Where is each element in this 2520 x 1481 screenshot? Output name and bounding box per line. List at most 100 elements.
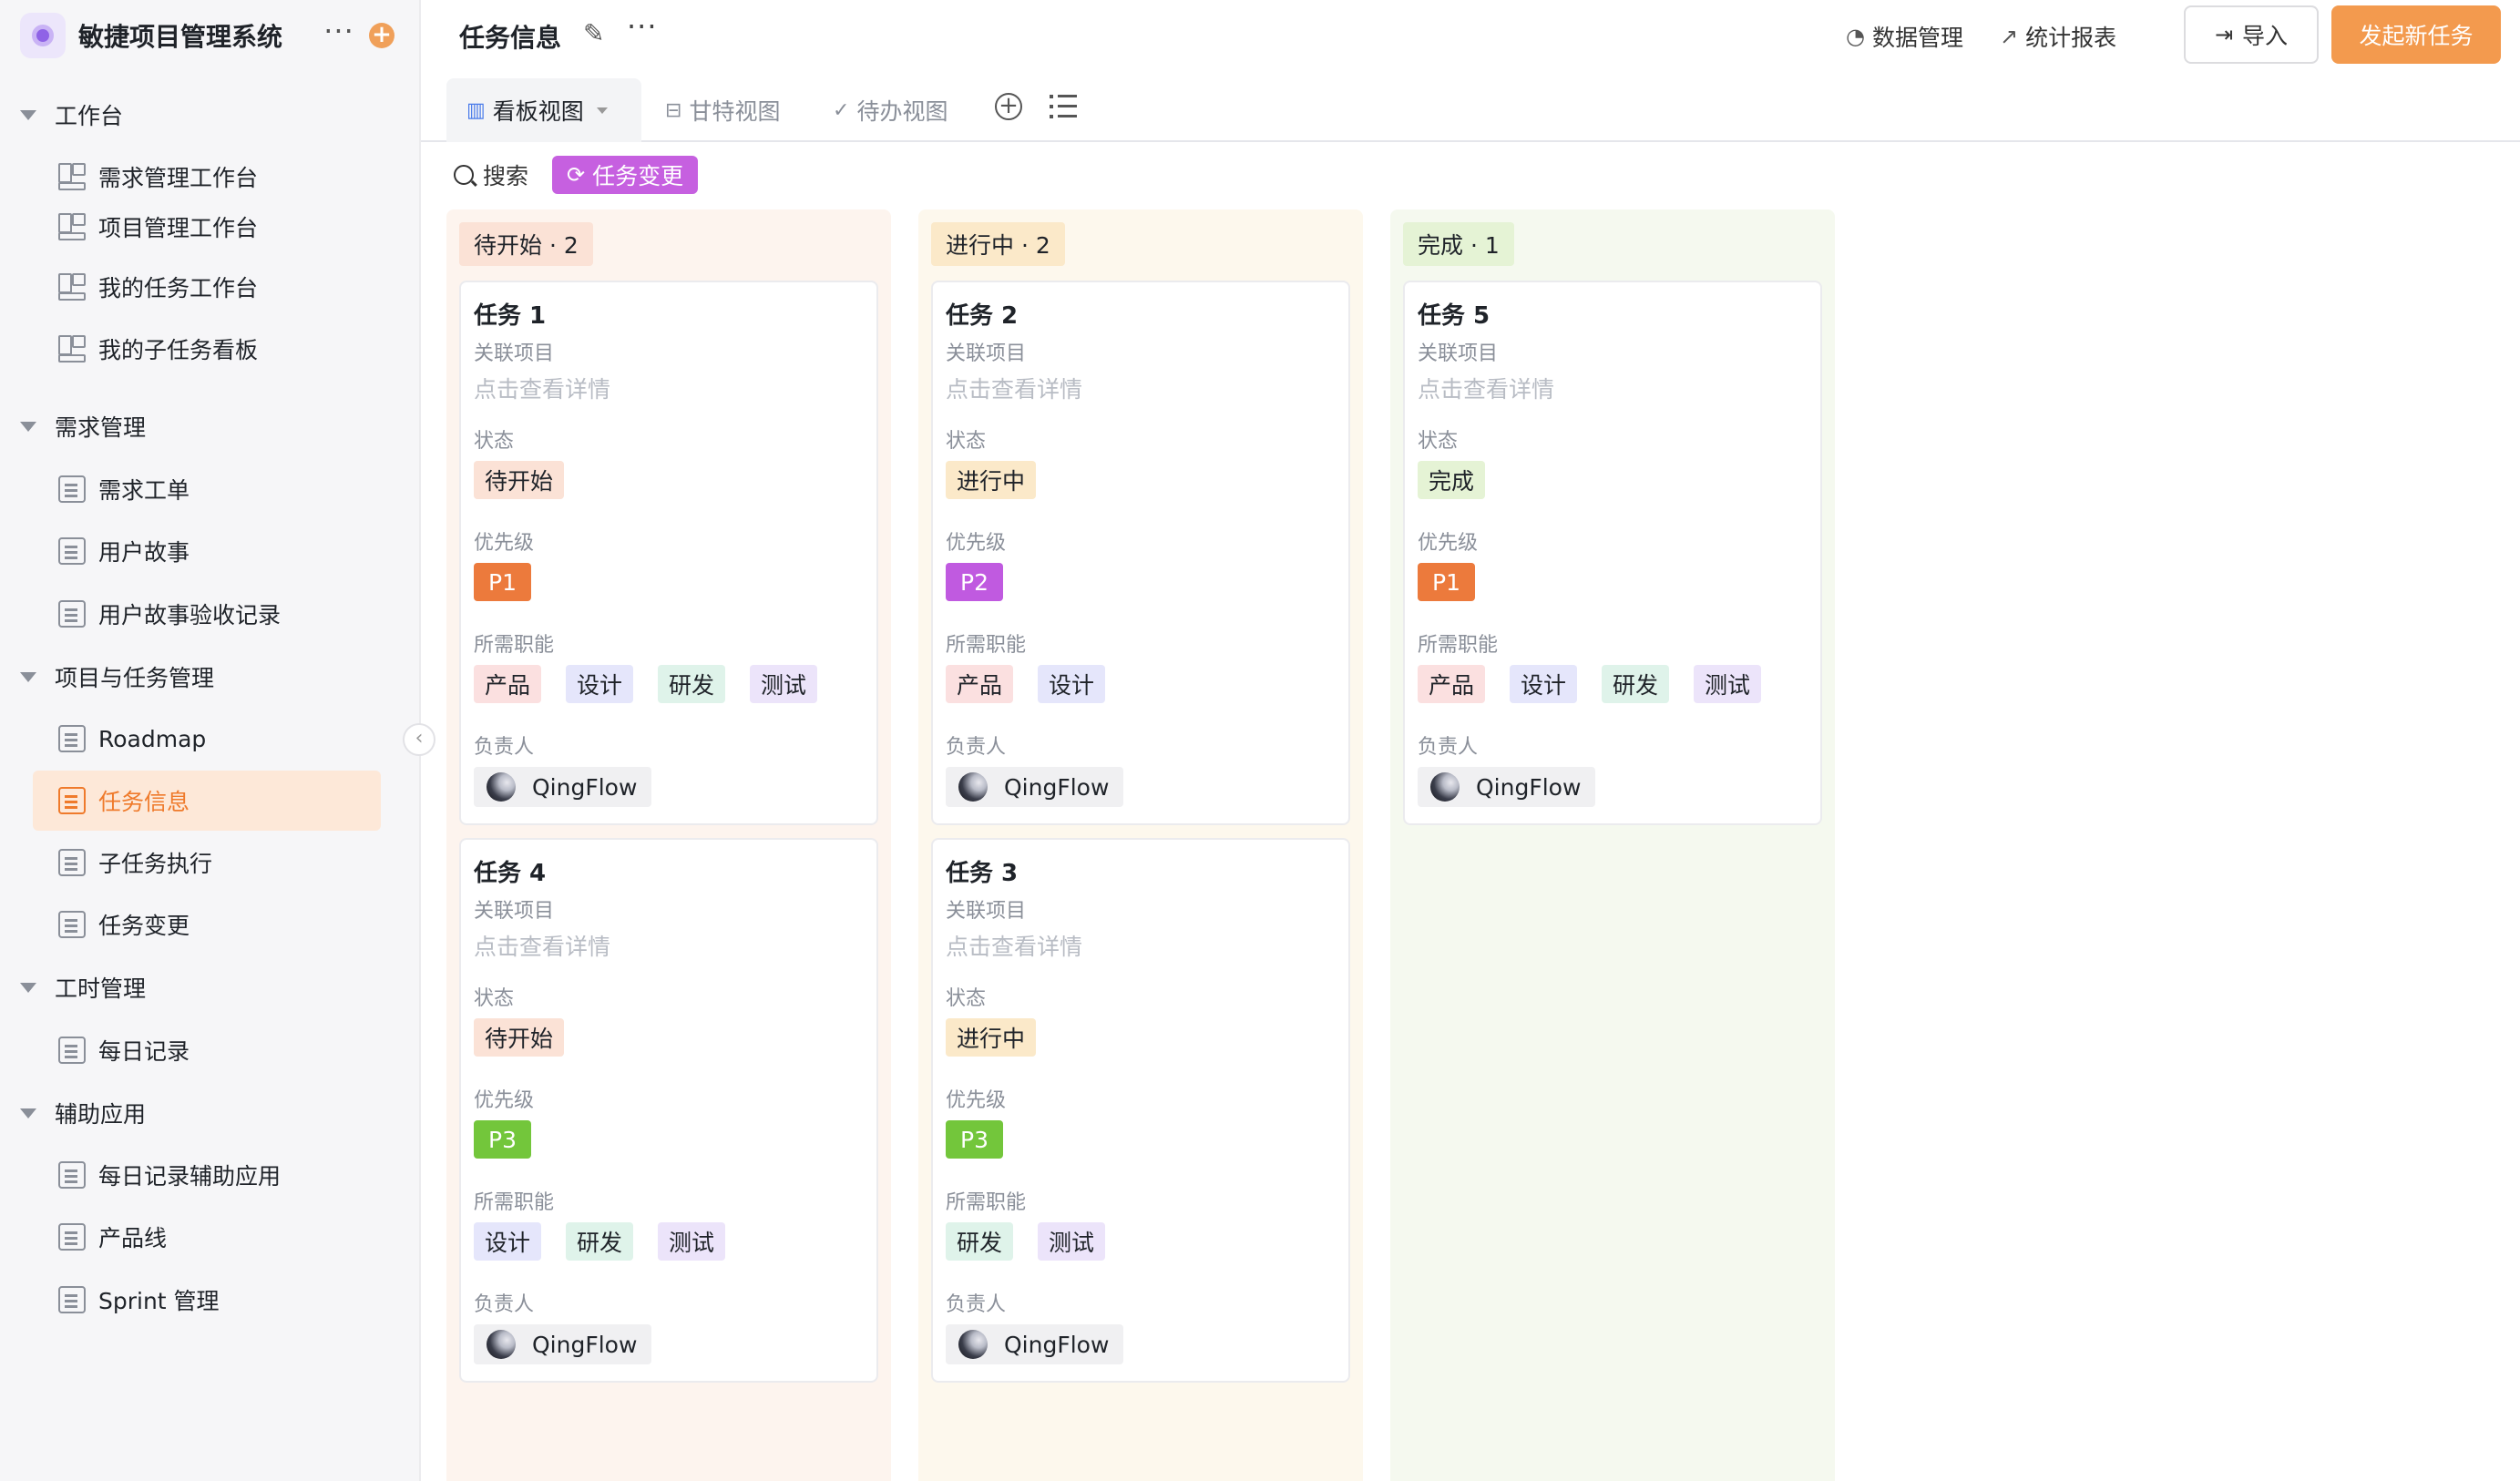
task-card[interactable]: 任务 5 关联项目 点击查看详情 状态 完成 优先级 P1 所需职能 产品 设计 研发 测试 负责人 Qi… xyxy=(1403,281,1822,825)
sidebar-item-daily-record[interactable]: 每日记录 xyxy=(33,1020,381,1080)
project-detail-link[interactable]: 点击查看详情 xyxy=(1418,372,1554,404)
data-management-link[interactable]: ◔ 数据管理 xyxy=(1846,20,1963,53)
search-label: 搜索 xyxy=(483,163,529,189)
main-content: 任务信息 ✎ ··· ◔ 数据管理 ↗ 统计报表 ⇥ 导入 发起新任务 ▥ 看板视图 ⊟… xyxy=(421,0,2520,1481)
app-window: 敏捷项目管理系统 ··· + 工作台 需求管理工作台 项目管理工作台 我的任务工… xyxy=(0,0,2520,1481)
form-icon xyxy=(58,1037,86,1064)
status-badge: 完成 xyxy=(1418,461,1486,499)
more-icon[interactable]: ··· xyxy=(627,9,658,44)
nav-group-label: 项目与任务管理 xyxy=(55,665,215,691)
sidebar-item-label: 项目管理工作台 xyxy=(98,215,259,241)
sidebar-item-my-subtask-board[interactable]: 我的子任务看板 xyxy=(33,319,381,379)
task-card[interactable]: 任务 3 关联项目 点击查看详情 状态 进行中 优先级 P3 所需职能 研发 测试 负责人 QingF… xyxy=(931,838,1350,1383)
more-icon[interactable]: ··· xyxy=(321,11,357,60)
nav-group-requirements[interactable]: 需求管理 xyxy=(20,399,146,454)
status-badge: 待开始 xyxy=(474,1018,565,1057)
reports-label: 统计报表 xyxy=(2025,25,2117,51)
role-tag: 研发 xyxy=(566,1222,634,1261)
task-change-chip[interactable]: ⟳ 任务变更 xyxy=(552,156,699,194)
view-tabs: ▥ 看板视图 ⊟ 甘特视图 ✓ 待办视图 + xyxy=(421,75,2520,142)
sidebar-item-sprint[interactable]: Sprint 管理 xyxy=(33,1270,381,1330)
data-management-label: 数据管理 xyxy=(1871,25,1963,51)
caret-down-icon xyxy=(20,982,36,993)
field-label-roles: 所需职能 xyxy=(946,634,1027,657)
nav-group-auxiliary[interactable]: 辅助应用 xyxy=(20,1086,146,1140)
role-tag: 产品 xyxy=(1418,665,1486,703)
project-detail-link[interactable]: 点击查看详情 xyxy=(474,372,610,404)
reports-link[interactable]: ↗ 统计报表 xyxy=(2000,20,2116,53)
dashboard-icon xyxy=(58,213,86,240)
card-title: 任务 5 xyxy=(1418,302,1490,330)
project-detail-link[interactable]: 点击查看详情 xyxy=(474,929,610,962)
nav-group-label: 需求管理 xyxy=(55,414,147,441)
sidebar-item-story-acceptance[interactable]: 用户故事验收记录 xyxy=(33,584,381,644)
task-card[interactable]: 任务 2 关联项目 点击查看详情 状态 进行中 优先级 P2 所需职能 产品 设计 负责人 QingF… xyxy=(931,281,1350,825)
field-label-roles: 所需职能 xyxy=(474,1191,555,1214)
tab-kanban[interactable]: ▥ 看板视图 xyxy=(446,78,641,142)
field-label-priority: 优先级 xyxy=(1418,532,1479,555)
sidebar-item-user-story[interactable]: 用户故事 xyxy=(33,521,381,581)
role-tag: 测试 xyxy=(658,1222,726,1261)
sidebar-item-project-workbench[interactable]: 项目管理工作台 xyxy=(33,197,381,257)
search-button[interactable]: 搜索 xyxy=(454,158,528,191)
import-button[interactable]: ⇥ 导入 xyxy=(2184,5,2319,64)
check-circle-icon: ✓ xyxy=(833,98,850,122)
sidebar-item-daily-record-helper[interactable]: 每日记录辅助应用 xyxy=(33,1145,381,1205)
add-view-icon[interactable]: + xyxy=(995,93,1022,120)
form-icon xyxy=(58,600,86,628)
tab-gantt[interactable]: ⊟ 甘特视图 xyxy=(645,78,800,142)
owner-chip[interactable]: QingFlow xyxy=(1418,767,1596,807)
owner-chip[interactable]: QingFlow xyxy=(946,1324,1124,1364)
card-title: 任务 3 xyxy=(946,860,1019,887)
sidebar-item-label: Sprint 管理 xyxy=(98,1288,220,1314)
nav-group-workbench[interactable]: 工作台 xyxy=(20,87,123,142)
sidebar-item-task-info[interactable]: 任务信息 xyxy=(33,771,381,831)
project-detail-link[interactable]: 点击查看详情 xyxy=(946,372,1082,404)
app-title: 敏捷项目管理系统 xyxy=(78,22,283,52)
form-icon xyxy=(58,911,86,938)
owner-name: QingFlow xyxy=(1476,773,1582,801)
dashboard-gauge-icon: ◔ xyxy=(1846,24,1865,49)
view-list-icon[interactable] xyxy=(1050,95,1077,118)
nav-group-time-tracking[interactable]: 工时管理 xyxy=(20,960,146,1015)
wrench-icon[interactable]: ✎ xyxy=(583,18,604,48)
column-header: 待开始 · 2 xyxy=(459,222,593,266)
tab-todo[interactable]: ✓ 待办视图 xyxy=(813,78,968,142)
sidebar-item-my-task-workbench[interactable]: 我的任务工作台 xyxy=(33,257,381,317)
column-header: 进行中 · 2 xyxy=(931,222,1065,266)
trend-chart-icon: ↗ xyxy=(2000,24,2019,49)
tab-label: 看板视图 xyxy=(492,98,584,125)
priority-badge: P3 xyxy=(946,1120,1003,1159)
sidebar-item-task-change[interactable]: 任务变更 xyxy=(33,894,381,955)
role-tag: 测试 xyxy=(750,665,818,703)
field-label-roles: 所需职能 xyxy=(1418,634,1499,657)
field-label-priority: 优先级 xyxy=(474,1089,535,1112)
field-label-project: 关联项目 xyxy=(946,900,1027,923)
role-tag: 产品 xyxy=(946,665,1014,703)
owner-chip[interactable]: QingFlow xyxy=(474,767,652,807)
dashboard-icon xyxy=(58,335,86,363)
sidebar-item-subtask-exec[interactable]: 子任务执行 xyxy=(33,832,381,893)
nav-group-label: 工时管理 xyxy=(55,975,147,1002)
form-icon xyxy=(58,1286,86,1313)
kanban-column: 进行中 · 2 任务 2 关联项目 点击查看详情 状态 进行中 优先级 P2 所需职能 产品 设计负… xyxy=(918,209,1363,1481)
new-task-button[interactable]: 发起新任务 xyxy=(2331,5,2501,64)
project-detail-link[interactable]: 点击查看详情 xyxy=(946,929,1082,962)
task-card[interactable]: 任务 4 关联项目 点击查看详情 状态 待开始 优先级 P3 所需职能 设计 研发 测试 负责人 Qin… xyxy=(459,838,878,1383)
role-tag: 设计 xyxy=(566,665,634,703)
sidebar-item-requirement-ticket[interactable]: 需求工单 xyxy=(33,459,381,519)
status-badge: 进行中 xyxy=(946,461,1037,499)
field-label-project: 关联项目 xyxy=(946,342,1027,365)
owner-name: QingFlow xyxy=(532,1331,638,1358)
sidebar-item-roadmap[interactable]: Roadmap xyxy=(33,709,381,769)
sidebar-item-product-line[interactable]: 产品线 xyxy=(33,1207,381,1267)
task-card[interactable]: 任务 1 关联项目 点击查看详情 状态 待开始 优先级 P1 所需职能 产品 设计 研发 测试 负责人 Q… xyxy=(459,281,878,825)
avatar xyxy=(487,1330,516,1359)
nav-group-projects-tasks[interactable]: 项目与任务管理 xyxy=(20,649,214,704)
kanban-column: 完成 · 1 任务 5 关联项目 点击查看详情 状态 完成 优先级 P1 所需职能 产品 设计 研发测… xyxy=(1390,209,1835,1481)
search-icon xyxy=(454,165,474,185)
header-bar: 任务信息 ✎ ··· ◔ 数据管理 ↗ 统计报表 ⇥ 导入 发起新任务 xyxy=(421,0,2520,71)
owner-chip[interactable]: QingFlow xyxy=(474,1324,652,1364)
owner-chip[interactable]: QingFlow xyxy=(946,767,1124,807)
add-icon[interactable]: + xyxy=(369,23,394,48)
